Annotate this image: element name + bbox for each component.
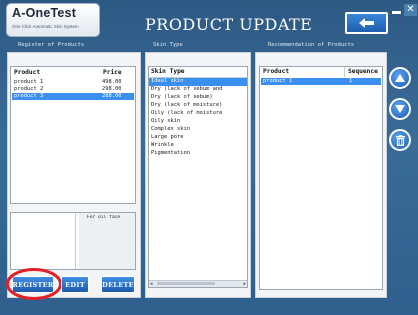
trash-icon (395, 134, 405, 146)
page-title: PRODUCT UPDATE (145, 15, 313, 34)
table-row-selected[interactable]: product 1 1 (261, 78, 381, 85)
delete-button[interactable]: DELETE (101, 276, 135, 293)
section-label-skin-type: Skin Type (153, 42, 183, 48)
move-up-button[interactable] (389, 67, 411, 89)
table-row-selected[interactable]: product 3 288.00 (12, 93, 134, 100)
table-row[interactable]: product 2 298.00 (12, 86, 134, 93)
row-product: product 1 (14, 79, 44, 85)
list-item[interactable]: Oily skin (149, 118, 247, 126)
column-header-product: Product (14, 69, 41, 76)
skin-type-list[interactable]: Skin Type Ideal skin Dry (lack of sebum … (148, 66, 248, 288)
list-item-label: Wrinkle (151, 142, 174, 148)
list-item[interactable]: Complex skin (149, 126, 247, 134)
remove-button[interactable] (389, 129, 411, 151)
table-row[interactable]: product 1 498.00 (12, 79, 134, 86)
product-detail-box: For oil face (10, 212, 136, 270)
section-label-recommendation: Recommendation of Products (268, 42, 355, 48)
row-price: 298.00 (102, 86, 122, 92)
list-item-label: Large pore (151, 134, 184, 140)
list-item-label: Oily (lack of moisture (151, 110, 223, 116)
column-header-product: Product (263, 68, 290, 75)
row-price: 498.00 (102, 79, 122, 85)
list-item-selected[interactable]: Ideal skin (149, 78, 247, 86)
list-item-label: Dry (lack of sebum) (151, 94, 213, 100)
list-item-label: Oily skin (151, 118, 181, 124)
highlight-ring (6, 268, 62, 300)
detail-notes-area[interactable]: For oil face (79, 213, 135, 269)
list-item[interactable]: Oily (lack of moisture (149, 110, 247, 118)
row-product: product 3 (14, 93, 44, 99)
list-item-label: Dry (lack of moisture) (151, 102, 223, 108)
move-down-button[interactable] (389, 98, 411, 120)
chevron-down-icon (395, 105, 405, 113)
row-sequence: 1 (349, 78, 353, 84)
row-price: 288.00 (102, 93, 122, 99)
close-icon[interactable]: ✕ (404, 4, 417, 16)
back-button[interactable] (345, 12, 388, 34)
skin-type-header: Skin Type (151, 68, 185, 75)
logo-subtitle: One Click Automatic Skin System (12, 24, 79, 29)
list-item[interactable]: Dry (lack of moisture) (149, 102, 247, 110)
list-item[interactable]: Large pore (149, 134, 247, 142)
list-item[interactable]: Pigmentation (149, 150, 247, 158)
list-item-label: Ideal skin (151, 78, 184, 84)
register-table[interactable]: Product Price product 1 498.00 product 2… (10, 66, 136, 204)
column-header-sequence: Sequence (348, 68, 378, 75)
row-product: product 1 (263, 78, 293, 84)
back-arrow-icon (358, 18, 374, 28)
list-item[interactable]: Wrinkle (149, 142, 247, 150)
edit-button[interactable]: EDIT (61, 276, 89, 293)
chevron-up-icon (395, 74, 405, 82)
scroll-left-icon[interactable]: ◂ (150, 281, 153, 287)
logo-title: A-OneTest (12, 6, 77, 20)
column-header-price: Price (103, 69, 122, 76)
detail-notes-text: For oil face (87, 215, 121, 220)
minimize-icon[interactable] (390, 4, 403, 16)
list-item-label: Pigmentation (151, 150, 190, 156)
horizontal-scrollbar[interactable]: ◂ ▸ (149, 280, 247, 287)
scrollbar-thumb[interactable] (157, 282, 215, 285)
list-item-label: Complex skin (151, 126, 190, 132)
app-logo: A-OneTest One Click Automatic Skin Syste… (6, 3, 100, 37)
row-product: product 2 (14, 86, 44, 92)
section-label-register: Register of Products (18, 42, 85, 48)
scroll-right-icon[interactable]: ▸ (243, 281, 246, 287)
list-item[interactable]: Dry (lack of sebum) (149, 94, 247, 102)
list-item[interactable]: Dry (lack of sebum and (149, 86, 247, 94)
recommendation-table[interactable]: Product Sequence product 1 1 (259, 66, 383, 290)
detail-divider (75, 213, 76, 269)
list-item-label: Dry (lack of sebum and (151, 86, 223, 92)
